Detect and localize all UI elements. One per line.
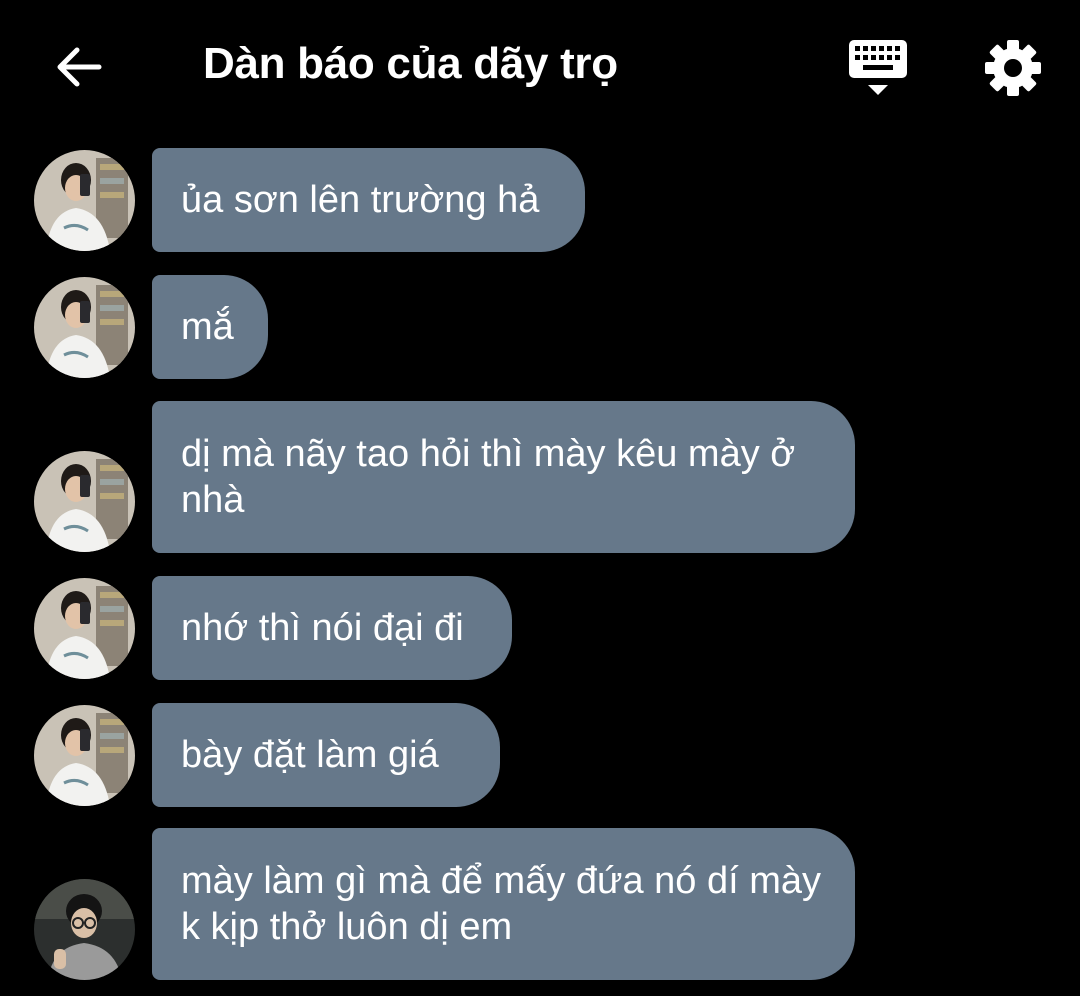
avatar[interactable] — [34, 150, 135, 251]
avatar[interactable] — [34, 705, 135, 806]
profile-photo-icon — [34, 451, 135, 552]
message-list: ủa sơn lên trường hả mắ dị mà nãy tao hỏ… — [0, 0, 1080, 996]
message-bubble[interactable]: mày làm gì mà để mấy đứa nó dí mày k kịp… — [152, 828, 855, 980]
message-bubble[interactable]: bày đặt làm giá — [152, 703, 500, 807]
avatar[interactable] — [34, 451, 135, 552]
avatar[interactable] — [34, 578, 135, 679]
profile-photo-icon — [34, 150, 135, 251]
profile-photo-icon — [34, 879, 135, 980]
profile-photo-icon — [34, 277, 135, 378]
avatar[interactable] — [34, 277, 135, 378]
message-text: mắ — [181, 306, 234, 348]
profile-photo-icon — [34, 578, 135, 679]
message-text: mày làm gì mà để mấy đứa nó dí mày k kịp… — [181, 860, 822, 948]
profile-photo-icon — [34, 705, 135, 806]
message-bubble[interactable]: mắ — [152, 275, 268, 379]
message-text: ủa sơn lên trường hả — [181, 179, 540, 221]
message-bubble[interactable]: ủa sơn lên trường hả — [152, 148, 585, 252]
message-text: bày đặt làm giá — [181, 734, 439, 776]
message-text: nhớ thì nói đại đi — [181, 607, 464, 649]
message-text: dị mà nãy tao hỏi thì mày kêu mày ở nhà — [181, 433, 796, 521]
avatar[interactable] — [34, 879, 135, 980]
message-bubble[interactable]: dị mà nãy tao hỏi thì mày kêu mày ở nhà — [152, 401, 855, 553]
message-bubble[interactable]: nhớ thì nói đại đi — [152, 576, 512, 680]
